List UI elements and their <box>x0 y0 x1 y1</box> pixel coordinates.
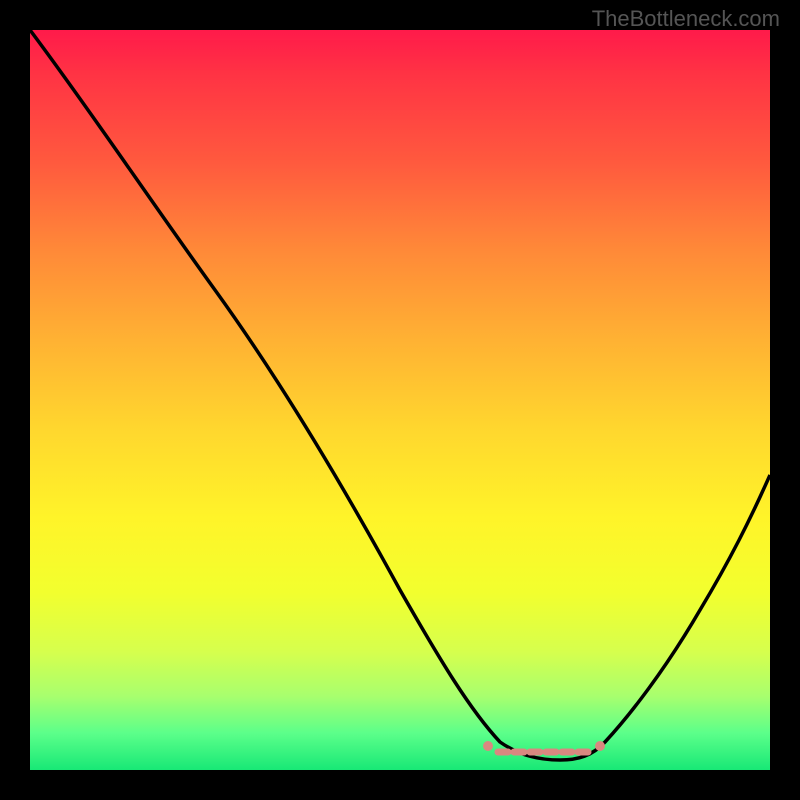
bottleneck-curve <box>30 30 770 760</box>
watermark-text: TheBottleneck.com <box>592 6 780 32</box>
plot-area <box>30 30 770 770</box>
chart-svg <box>30 30 770 770</box>
chart-container: TheBottleneck.com <box>0 0 800 800</box>
